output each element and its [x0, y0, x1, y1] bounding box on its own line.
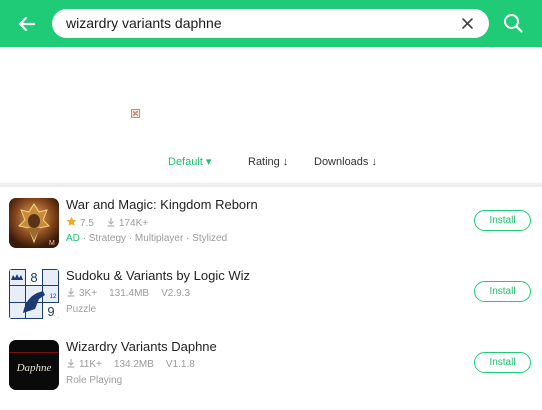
search-icon[interactable]	[502, 12, 524, 34]
logo-text: Daphne	[16, 362, 52, 374]
app-tags: Puzzle	[66, 304, 96, 315]
svg-text:12: 12	[50, 294, 57, 300]
app-size: 134.2MB	[113, 359, 154, 370]
app-tags: AD · Strategy · Multiplayer · Stylized	[66, 233, 227, 244]
download-icon	[106, 217, 116, 230]
app-version: V2.9.3	[161, 288, 191, 299]
search-input[interactable]: wizardry variants daphne	[52, 9, 489, 38]
list-item[interactable]: 8 12 9 Sudoku & Variants by Logic Wiz 3K…	[0, 268, 542, 339]
ad-badge: AD	[66, 233, 80, 244]
download-count: 3K+	[79, 288, 98, 299]
tags-text: · Strategy · Multiplayer · Stylized	[82, 233, 228, 244]
section-divider	[0, 183, 542, 187]
war-and-magic-icon[interactable]: M	[9, 198, 59, 248]
download-icon	[66, 358, 76, 371]
sort-downloads-tab[interactable]: Downloads ↓	[314, 150, 377, 174]
sort-tabs: Default ▾ Rating ↓ Downloads ↓	[0, 150, 542, 174]
svg-text:9: 9	[47, 304, 54, 319]
app-tags: Role Playing	[66, 375, 122, 386]
download-count: 11K+	[79, 359, 102, 370]
top-bar: wizardry variants daphne	[0, 0, 542, 47]
app-meta: 3K+ 131.4MB V2.9.3	[66, 287, 190, 300]
app-title[interactable]: Wizardry Variants Daphne	[66, 339, 217, 354]
star-icon	[66, 216, 77, 230]
wizardry-daphne-icon[interactable]: Daphne	[9, 340, 59, 390]
tags-text: Role Playing	[66, 375, 123, 386]
tags-text: Puzzle	[66, 304, 97, 315]
list-item[interactable]: Daphne Wizardry Variants Daphne 11K+ 134…	[0, 339, 542, 410]
app-title[interactable]: Sudoku & Variants by Logic Wiz	[66, 268, 250, 283]
list-item[interactable]: M War and Magic: Kingdom Reborn 7.5 174K…	[0, 197, 542, 268]
download-count: 174K+	[118, 217, 149, 229]
app-title[interactable]: War and Magic: Kingdom Reborn	[66, 197, 258, 212]
sudoku-icon[interactable]: 8 12 9	[9, 269, 59, 319]
install-button[interactable]: Install	[474, 352, 531, 373]
app-meta: 7.5 174K+	[66, 216, 148, 230]
svg-text:8: 8	[30, 270, 37, 285]
back-arrow-icon[interactable]	[14, 11, 40, 37]
rating-value: 7.5	[80, 217, 94, 229]
install-button[interactable]: Install	[474, 210, 531, 231]
broken-image-icon	[131, 109, 140, 118]
sort-default-tab[interactable]: Default ▾	[168, 150, 211, 174]
clear-icon[interactable]	[459, 15, 476, 32]
app-version: V1.1.8	[165, 359, 195, 370]
download-icon	[66, 287, 76, 300]
sort-rating-tab[interactable]: Rating ↓	[248, 150, 288, 174]
search-query-text: wizardry variants daphne	[66, 15, 222, 31]
logo-line	[9, 352, 59, 353]
app-meta: 11K+ 134.2MB V1.1.8	[66, 358, 195, 371]
app-size: 131.4MB	[109, 288, 150, 299]
svg-text:M: M	[49, 240, 55, 247]
install-button[interactable]: Install	[474, 281, 531, 302]
